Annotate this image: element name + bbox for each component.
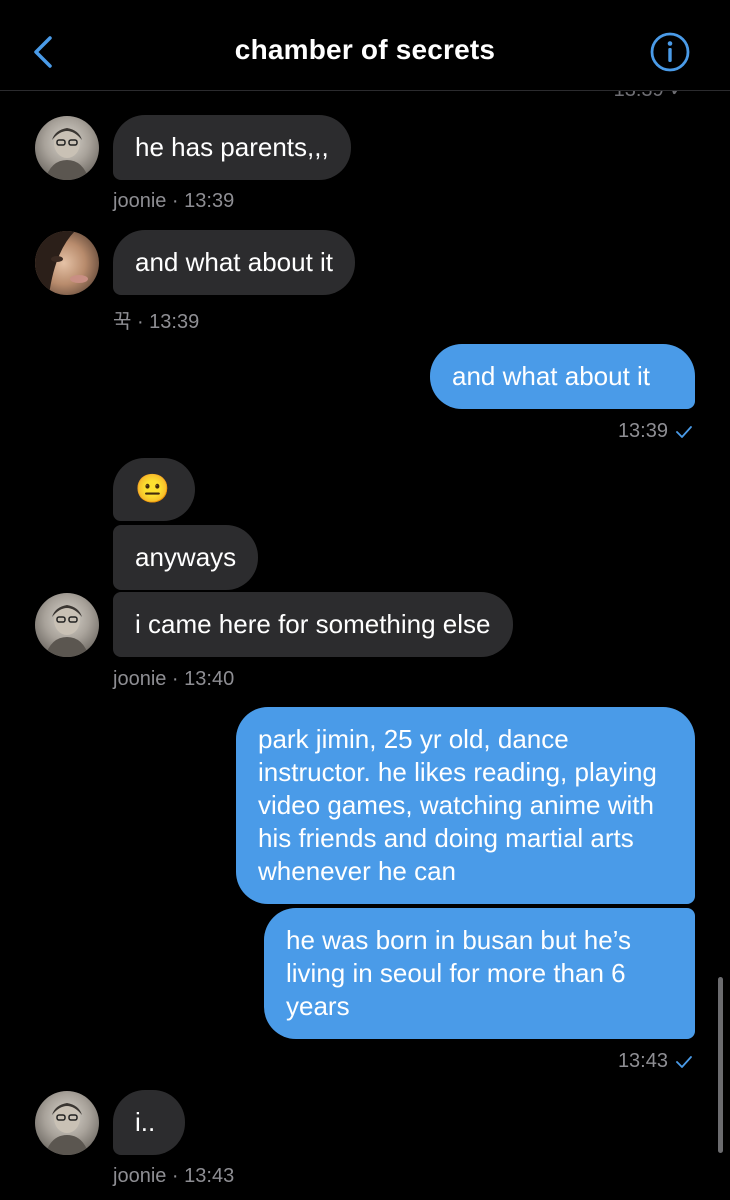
sent-check-icon — [676, 425, 692, 438]
message-time: 13:39 — [617, 420, 668, 442]
message-bubble-outgoing[interactable]: and what about it — [430, 344, 695, 409]
avatar-kook-image — [35, 231, 88, 295]
avatar-kook[interactable] — [35, 231, 99, 295]
message-meta: joonie · 13:43 — [113, 1165, 235, 1187]
message-bubble-incoming[interactable]: i came here for something else — [113, 592, 513, 657]
avatar-joonie-image — [45, 605, 89, 657]
avatar-joonie-image — [45, 128, 89, 180]
sent-check-icon — [676, 1055, 692, 1068]
conversation-title: chamber of secrets — [234, 34, 496, 65]
message-meta: joonie · 13:39 — [113, 190, 235, 212]
message-meta: joonie · 13:40 — [113, 668, 235, 690]
message-bubble-incoming[interactable]: and what about it — [113, 230, 356, 295]
avatar-joonie[interactable] — [35, 116, 99, 180]
message-bubble-outgoing[interactable]: park jimin, 25 yr old, dance instructor.… — [236, 707, 695, 904]
message-time: 13:43 — [617, 1050, 668, 1072]
message-bubble-emoji[interactable]: 😐 — [113, 458, 195, 521]
message-bubble-incoming[interactable]: anyways — [113, 525, 259, 590]
message-bubble-outgoing[interactable]: he was born in busan but he’s living in … — [264, 908, 695, 1039]
message-bubble-incoming[interactable]: i.. — [113, 1090, 185, 1155]
avatar-joonie[interactable] — [35, 593, 99, 657]
avatar-joonie-image — [45, 1103, 89, 1155]
message-bubble-incoming[interactable]: he has parents,,, — [113, 115, 351, 180]
message-meta: 13:43 — [618, 1050, 692, 1073]
scrollbar-thumb[interactable] — [718, 977, 723, 1153]
info-icon[interactable] — [649, 31, 691, 73]
message-meta: 꾹 · 13:39 — [113, 311, 200, 333]
message-meta: 13:39 — [618, 420, 692, 443]
avatar-joonie[interactable] — [35, 1091, 99, 1155]
chat-header: chamber of secrets — [0, 0, 730, 91]
